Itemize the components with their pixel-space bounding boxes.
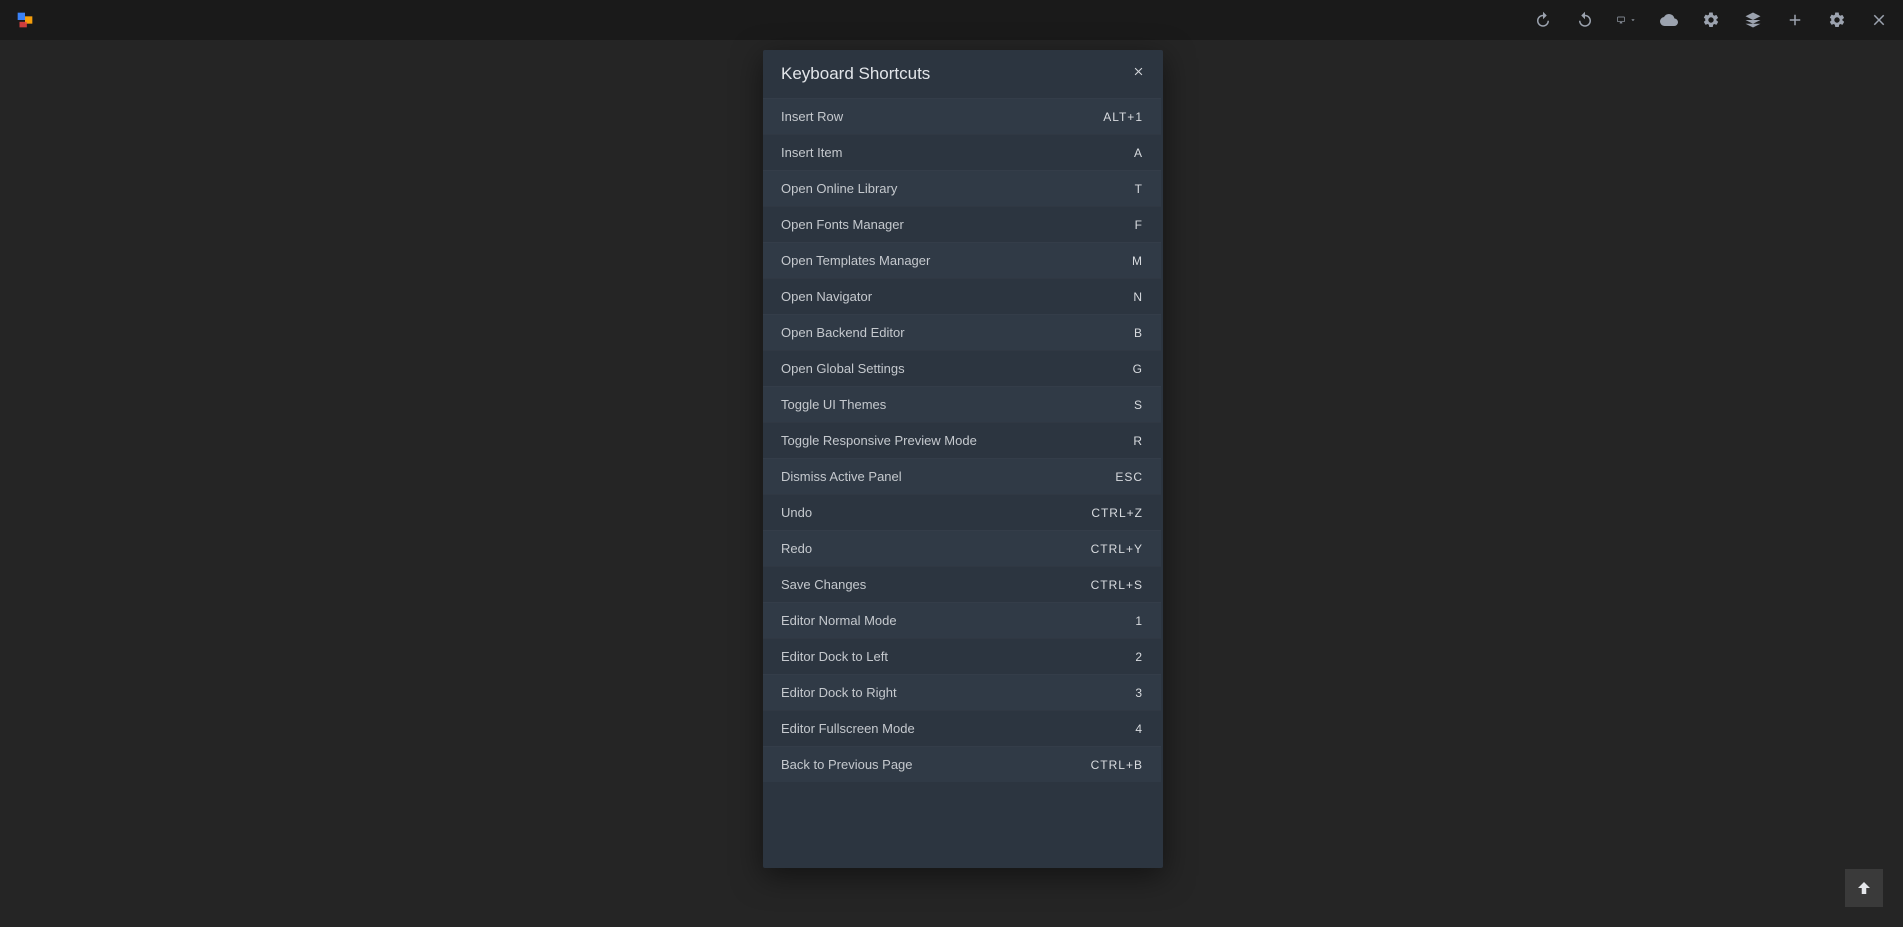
shortcut-key: 3 <box>1135 686 1143 700</box>
app-logo-icon[interactable] <box>14 9 36 31</box>
shortcuts-list[interactable]: Insert Row ALT+1 Insert Item A Open Online L… <box>763 98 1163 868</box>
shortcut-row: Editor Normal Mode 1 <box>763 602 1161 638</box>
shortcut-key: M <box>1132 254 1143 268</box>
shortcut-row: Toggle UI Themes S <box>763 386 1161 422</box>
shortcut-row: Insert Row ALT+1 <box>763 98 1161 134</box>
shortcut-key: 4 <box>1135 722 1143 736</box>
shortcut-row: Back to Previous Page CTRL+B <box>763 746 1161 782</box>
shortcut-key: ALT+1 <box>1103 110 1143 124</box>
shortcut-row: Editor Dock to Right 3 <box>763 674 1161 710</box>
shortcut-key: 2 <box>1135 650 1143 664</box>
cloud-save-icon[interactable] <box>1659 10 1679 30</box>
shortcut-row: Redo CTRL+Y <box>763 530 1161 566</box>
shortcut-row: Open Global Settings G <box>763 350 1161 386</box>
shortcut-row: Editor Fullscreen Mode 4 <box>763 710 1161 746</box>
shortcut-row: Save Changes CTRL+S <box>763 566 1161 602</box>
toolbar-right <box>1533 10 1889 30</box>
keyboard-shortcuts-modal: Keyboard Shortcuts Insert RowALT+1Insert… <box>763 50 1163 868</box>
preferences-gear-icon[interactable] <box>1827 10 1847 30</box>
undo-icon[interactable] <box>1533 10 1553 30</box>
layers-icon[interactable] <box>1743 10 1763 30</box>
shortcut-label: Open Fonts Manager <box>781 217 904 232</box>
toolbar-left <box>14 9 36 31</box>
shortcut-row: Undo CTRL+Z <box>763 494 1161 530</box>
redo-icon[interactable] <box>1575 10 1595 30</box>
shortcut-key: N <box>1133 290 1143 304</box>
shortcut-label: Redo <box>781 541 812 556</box>
shortcut-key: F <box>1135 218 1143 232</box>
shortcut-label: Toggle Responsive Preview Mode <box>781 433 977 448</box>
shortcut-label: Open Global Settings <box>781 361 905 376</box>
shortcut-label: Editor Normal Mode <box>781 613 897 628</box>
chevron-down-icon <box>1629 11 1637 29</box>
shortcut-key: R <box>1133 434 1143 448</box>
shortcut-label: Editor Dock to Right <box>781 685 897 700</box>
shortcut-row: Editor Dock to Left 2 <box>763 638 1161 674</box>
shortcut-key: G <box>1133 362 1143 376</box>
shortcut-label: Dismiss Active Panel <box>781 469 902 484</box>
shortcut-label: Undo <box>781 505 812 520</box>
shortcut-key: B <box>1134 326 1143 340</box>
scroll-to-top-button[interactable] <box>1845 869 1883 907</box>
close-icon[interactable] <box>1132 65 1145 83</box>
shortcut-label: Open Backend Editor <box>781 325 905 340</box>
shortcut-label: Toggle UI Themes <box>781 397 886 412</box>
shortcut-row: Open Backend Editor B <box>763 314 1161 350</box>
shortcut-row: Insert Item A <box>763 134 1161 170</box>
modal-header: Keyboard Shortcuts <box>763 50 1163 98</box>
shortcut-label: Back to Previous Page <box>781 757 913 772</box>
shortcut-key: S <box>1134 398 1143 412</box>
shortcut-row: Open Templates Manager M <box>763 242 1161 278</box>
shortcut-label: Insert Row <box>781 109 843 124</box>
shortcut-key: CTRL+S <box>1091 578 1143 592</box>
shortcut-row: Dismiss Active Panel ESC <box>763 458 1161 494</box>
shortcut-key: CTRL+Y <box>1091 542 1143 556</box>
shortcut-key: 1 <box>1135 614 1143 628</box>
shortcut-label: Open Navigator <box>781 289 872 304</box>
shortcut-key: ESC <box>1115 470 1143 484</box>
shortcut-label: Editor Fullscreen Mode <box>781 721 915 736</box>
shortcut-row: Toggle Responsive Preview Mode R <box>763 422 1161 458</box>
shortcut-key: A <box>1134 146 1143 160</box>
responsive-preview-icon[interactable] <box>1617 10 1637 30</box>
shortcut-label: Insert Item <box>781 145 842 160</box>
shortcut-row: Open Navigator N <box>763 278 1161 314</box>
shortcut-row: Open Fonts Manager F <box>763 206 1161 242</box>
shortcut-key: CTRL+B <box>1091 758 1143 772</box>
shortcut-label: Open Online Library <box>781 181 897 196</box>
close-x-icon[interactable] <box>1869 10 1889 30</box>
shortcut-key: T <box>1135 182 1143 196</box>
modal-title: Keyboard Shortcuts <box>781 64 930 84</box>
settings-gear-icon[interactable] <box>1701 10 1721 30</box>
shortcut-label: Open Templates Manager <box>781 253 930 268</box>
shortcut-label: Editor Dock to Left <box>781 649 888 664</box>
add-plus-icon[interactable] <box>1785 10 1805 30</box>
shortcut-key: CTRL+Z <box>1091 506 1143 520</box>
shortcut-label: Save Changes <box>781 577 866 592</box>
top-toolbar <box>0 0 1903 40</box>
shortcut-row: Open Online Library T <box>763 170 1161 206</box>
